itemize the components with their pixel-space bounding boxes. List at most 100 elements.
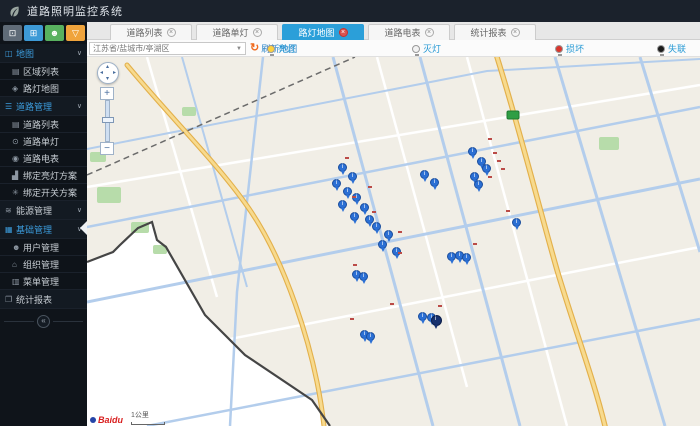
pan-down-icon[interactable]: ▾ (106, 76, 109, 82)
zoom-slider-handle[interactable] (101, 117, 114, 123)
bulb-icon (412, 44, 420, 56)
road-list-icon: ▤ (12, 66, 20, 76)
info-icon (333, 180, 340, 187)
pan-up-icon[interactable]: ▴ (106, 64, 109, 70)
sidebar-item[interactable]: ▦ 基础管理 ∨ (0, 220, 87, 239)
info-icon (448, 253, 455, 260)
sidebar-collapse-row: « (0, 313, 87, 329)
map-info-label (488, 176, 492, 178)
map-pin[interactable] (338, 200, 347, 212)
sidebar-item[interactable]: ✳ 绑定开关方案 (0, 184, 87, 201)
tab-bar: 道路列表 × 道路单灯 × 路灯地图 × 道路电表 × 统计报表 × (87, 22, 700, 40)
info-icon (475, 181, 482, 188)
info-icon (360, 273, 367, 280)
sidebar-item[interactable]: ☰ 道路管理 ∨ (0, 97, 87, 116)
single-light-icon: ⊙ (12, 136, 19, 146)
road-list-icon: ▤ (12, 119, 20, 129)
map-info-label (390, 303, 394, 305)
sidebar-collapse-button[interactable]: « (37, 314, 50, 328)
tab[interactable]: 道路电表 × (368, 24, 450, 40)
info-icon (339, 201, 346, 208)
tab-close-icon[interactable]: × (510, 28, 520, 37)
sidebar-item[interactable]: ◉ 道路电表 (0, 150, 87, 167)
meter-icon: ◉ (12, 153, 19, 163)
map-pin[interactable] (350, 212, 359, 224)
map-pin[interactable] (332, 179, 341, 191)
sidebar-item[interactable]: ◈ 路灯地图 (0, 80, 87, 97)
tab-close-icon[interactable]: × (252, 28, 262, 37)
tab[interactable]: 道路单灯 × (196, 24, 278, 40)
report-icon: ❐ (5, 294, 13, 304)
sidebar-item[interactable]: ⊙ 道路单灯 (0, 133, 87, 150)
legend-item: 损坏 (555, 42, 584, 56)
map-pin[interactable] (359, 272, 368, 284)
map-canvas[interactable]: ▴ ▾ ◂ ▸ + − Baidu 1公里 (87, 57, 700, 426)
map-pin[interactable] (462, 253, 471, 265)
map-info-label (497, 160, 501, 162)
info-icon (431, 179, 438, 186)
map-pin[interactable] (420, 170, 429, 182)
route-badge (506, 110, 520, 120)
filter-button[interactable]: ▽ (66, 25, 85, 41)
info-icon (469, 148, 476, 155)
map-pin[interactable] (512, 218, 521, 230)
region-select[interactable]: 江苏省/盐城市/亭湖区 ▼ (89, 42, 246, 55)
sidebar-item[interactable]: ⌂ 组织管理 (0, 256, 87, 273)
map-pin[interactable] (468, 147, 477, 159)
info-icon (385, 231, 392, 238)
tab-close-icon[interactable]: × (338, 28, 348, 37)
zoom-slider-track[interactable] (101, 100, 114, 142)
tab-close-icon[interactable]: × (166, 28, 176, 37)
info-icon (471, 173, 478, 180)
info-icon (367, 333, 374, 340)
pan-left-icon[interactable]: ◂ (100, 70, 103, 76)
bulb-icon (657, 44, 665, 56)
zoom-out-button[interactable]: − (100, 142, 114, 155)
sidebar-item[interactable]: ▤ 道路列表 (0, 116, 87, 133)
map-pin[interactable] (482, 164, 491, 176)
map-pin[interactable] (338, 163, 347, 175)
map-pin[interactable] (366, 332, 375, 344)
map-pin[interactable] (348, 172, 357, 184)
switch-icon: ✳ (12, 187, 19, 197)
sidebar-item[interactable]: ≋ 能源管理 ∨ (0, 201, 87, 220)
map-pin[interactable] (372, 222, 381, 234)
map-pin[interactable] (384, 230, 393, 242)
map-pin[interactable] (360, 203, 369, 215)
sidebar-item[interactable]: ◫ 地图 ∨ (0, 44, 87, 63)
info-icon (361, 204, 368, 211)
map-pin[interactable] (343, 187, 352, 199)
map-info-label (506, 210, 510, 212)
zoom-in-button[interactable]: + (100, 87, 114, 100)
map-info-label (372, 211, 376, 213)
tab-close-icon[interactable]: × (424, 28, 434, 37)
map-pin[interactable] (430, 178, 439, 190)
sidebar-menu: ◫ 地图 ∨ ▤ 区域列表 ◈ 路灯地图 ☰ 道路管理 ∨ ▤ 道路列表 ⊙ 道… (0, 44, 87, 309)
energy-icon: ≋ (5, 205, 12, 215)
sidebar-item[interactable]: ❐ 统计报表 (0, 290, 87, 309)
map-pan-control[interactable]: ▴ ▾ ◂ ▸ (97, 62, 119, 84)
tab[interactable]: 道路列表 × (110, 24, 192, 40)
sidebar-item[interactable]: ☻ 用户管理 (0, 239, 87, 256)
sidebar-item[interactable]: ▤ 区域列表 (0, 63, 87, 80)
sidebar-item[interactable]: ▥ 菜单管理 (0, 273, 87, 290)
info-icon (463, 254, 470, 261)
map-info-label (493, 152, 497, 154)
tab[interactable]: 统计报表 × (454, 24, 536, 40)
person-icon: ☻ (49, 27, 60, 38)
map-info-label (368, 186, 372, 188)
map-info-label (350, 318, 354, 320)
map-pin[interactable] (431, 315, 442, 329)
map-pin[interactable] (418, 312, 427, 324)
user-button[interactable]: ☻ (45, 25, 64, 41)
info-icon (351, 213, 358, 220)
chevron-down-icon: ∨ (76, 207, 82, 214)
map-pin[interactable] (378, 240, 387, 252)
sidebar-item[interactable]: ▟ 绑定亮灯方案 (0, 167, 87, 184)
map-pin[interactable] (474, 180, 483, 192)
pan-right-icon[interactable]: ▸ (113, 70, 116, 76)
grid-button[interactable]: ⊞ (24, 25, 43, 41)
monitor-button[interactable]: ⊡ (3, 25, 22, 41)
tab[interactable]: 路灯地图 × (282, 24, 364, 40)
legend-item: 亮灯 (267, 42, 296, 56)
